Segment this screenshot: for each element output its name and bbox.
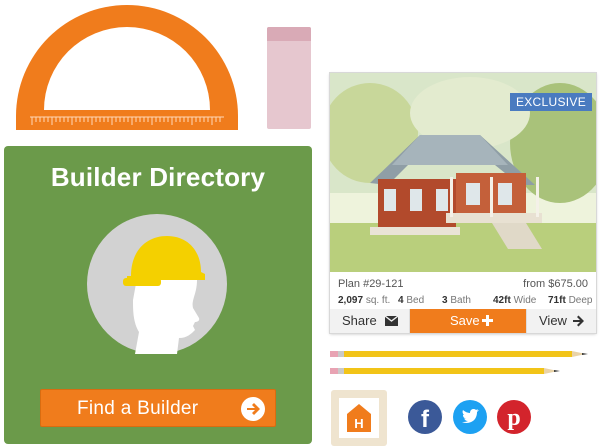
plan-price: from $675.00 [523,278,588,290]
facebook-letter: f [421,406,430,433]
sqft-value: 2,097 [338,295,364,306]
baths-value: 3 [442,295,448,306]
save-button[interactable]: Save [410,309,526,333]
arrow-right-icon [241,397,265,421]
plan-actions: Share Save View [330,309,596,333]
houzz-letter: H [354,416,363,431]
view-button[interactable]: View [526,309,596,333]
envelope-icon [385,316,398,326]
house-plan-card[interactable]: EXCLUSIVE Plan #29-121 from $675.00 2,09… [330,73,596,333]
share-label: Share [342,313,377,328]
save-label: Save [450,313,480,328]
builder-directory-card: Builder Directory Find a Builder [4,146,312,444]
protractor-icon [16,5,238,130]
facebook-icon[interactable]: f [408,400,442,434]
hard-hat-avatar-icon [87,214,227,354]
eraser-icon [267,27,311,129]
twitter-icon[interactable] [453,400,487,434]
sqft-unit: sq. ft. [365,295,391,306]
depth-value: 71ft [548,295,566,306]
width-unit: Wide [513,295,537,306]
depth-unit: Deep [568,295,593,306]
find-a-builder-label: Find a Builder [77,398,199,419]
houzz-tile[interactable]: H [331,390,387,446]
baths-unit: Bath [450,295,471,306]
pinterest-icon[interactable]: p [497,400,531,434]
width-value: 42ft [493,295,511,306]
pencil-icon [330,351,588,357]
beds-value: 4 [398,295,404,306]
view-label: View [539,313,567,328]
exclusive-badge: EXCLUSIVE [509,93,592,111]
beds-unit: Bed [406,295,425,306]
plus-icon [482,315,493,326]
find-a-builder-button[interactable]: Find a Builder [40,389,276,427]
arrow-right-icon [573,315,584,327]
builder-directory-title: Builder Directory [50,162,266,192]
plan-number[interactable]: Plan #29-121 [338,278,403,290]
pinterest-letter: p [507,405,520,431]
pencil-icon [330,368,560,374]
share-button[interactable]: Share [330,309,410,333]
houzz-icon: H [339,398,379,438]
